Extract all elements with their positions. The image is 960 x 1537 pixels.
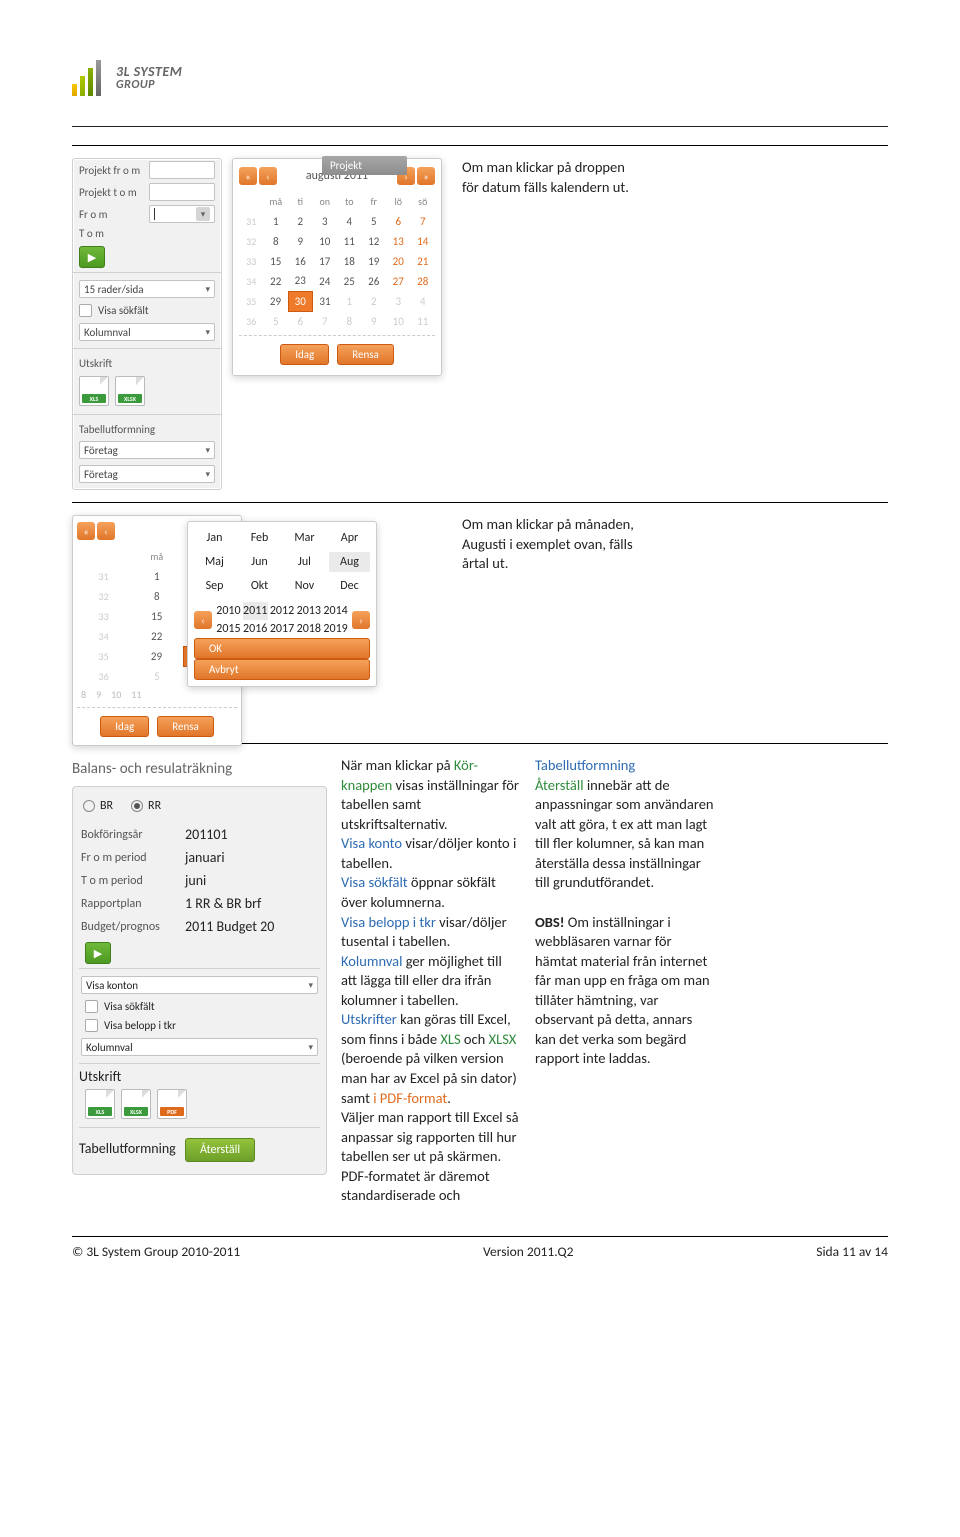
today-button[interactable]: Idag <box>280 344 329 365</box>
year-option[interactable]: 2015 <box>216 620 241 638</box>
description-text: Om man klickar på månaden, Augusti i exe… <box>462 515 642 574</box>
month-option[interactable]: Jan <box>194 528 235 548</box>
footer-right: Sida 11 av 14 <box>816 1243 888 1260</box>
label: Tabellutformning <box>79 1140 176 1157</box>
selected-date[interactable]: 30 <box>288 291 313 311</box>
label: Bokföringsår <box>81 828 181 842</box>
calendar-grid: måtiontofrlösö 311234567 32891011121314 … <box>239 191 435 331</box>
label: Tabellutformning <box>73 419 221 438</box>
year-prev[interactable]: ‹ <box>194 611 212 629</box>
year-option[interactable]: 2017 <box>270 620 295 638</box>
year-option[interactable]: 2019 <box>323 620 348 638</box>
today-button[interactable]: Idag <box>100 716 149 737</box>
label: Fr o m period <box>81 851 181 865</box>
export-xls-icon[interactable]: XLS <box>85 1089 115 1119</box>
project-column-header: Projekt <box>322 156 407 175</box>
clear-button[interactable]: Rensa <box>337 344 394 365</box>
month-option[interactable]: Jun <box>239 552 280 572</box>
month-option[interactable]: Maj <box>194 552 235 572</box>
show-search-checkbox[interactable]: Visa sökfält <box>73 301 221 320</box>
format-select-2[interactable]: Företag <box>79 465 215 483</box>
run-button[interactable] <box>79 246 105 268</box>
month-option[interactable]: Mar <box>284 528 325 548</box>
year-next[interactable]: › <box>352 611 370 629</box>
month-option[interactable]: Sep <box>194 576 235 596</box>
label: Rapportplan <box>81 897 181 911</box>
calendar-day-header: måtiontofrlösö <box>239 191 435 211</box>
visa-konton-select[interactable]: Visa konton <box>81 976 318 994</box>
cancel-button[interactable]: Avbryt <box>194 659 370 680</box>
export-pdf-icon[interactable]: PDF <box>157 1089 187 1119</box>
rapportplan-input[interactable]: 1 RR & BR brf <box>185 895 261 912</box>
cal-prev-year[interactable]: « <box>239 167 257 185</box>
year-option[interactable]: 2010 <box>216 602 241 620</box>
label: Utskrift <box>79 1068 121 1085</box>
year-option[interactable]: 2012 <box>270 602 295 620</box>
year-option[interactable]: 2018 <box>296 620 321 638</box>
page-footer: © 3L System Group 2010-2011 Version 2011… <box>72 1236 888 1260</box>
section-title: Balans- och resulaträkning <box>72 756 327 786</box>
year-option[interactable]: 2013 <box>296 602 321 620</box>
label: Budget/prognos <box>81 920 181 934</box>
tom-period-input[interactable]: juni <box>185 872 206 889</box>
month-option[interactable]: Dec <box>329 576 370 596</box>
run-button[interactable] <box>85 942 111 964</box>
logo: 3L SYSTEM GROUP <box>72 60 888 96</box>
year-option[interactable]: 2016 <box>243 620 268 638</box>
cal-prev-year[interactable]: « <box>77 522 95 540</box>
logo-text: 3L SYSTEM GROUP <box>116 65 182 91</box>
clear-button[interactable]: Rensa <box>157 716 214 737</box>
export-xls-icon[interactable]: XLS <box>79 376 109 406</box>
label: Fr o m <box>79 208 149 221</box>
cal-prev-month[interactable]: ‹ <box>259 167 277 185</box>
kolumnval-select[interactable]: Kolumnval <box>81 1038 318 1056</box>
label: Utskrift <box>73 353 221 372</box>
footer-mid: Version 2011.Q2 <box>483 1243 573 1260</box>
from-period-input[interactable]: januari <box>185 849 225 866</box>
ok-button[interactable]: OK <box>194 638 370 659</box>
from-input[interactable] <box>149 205 215 223</box>
month-grid: Jan Feb Mar Apr Maj Jun Jul Aug Sep Okt … <box>194 528 370 596</box>
reset-button[interactable]: Återställ <box>185 1138 255 1162</box>
br-radio[interactable]: BR <box>83 799 113 813</box>
footer-left: © 3L System Group 2010-2011 <box>72 1243 240 1260</box>
month-option[interactable]: Okt <box>239 576 280 596</box>
column-select[interactable]: Kolumnval <box>79 323 215 341</box>
visa-sokfalt-checkbox[interactable]: Visa sökfält <box>79 997 320 1016</box>
description-text: Om man klickar på droppen för datum fäll… <box>462 158 642 197</box>
balance-panel: BR RR Bokföringsår 201101 Fr o m period ja… <box>72 786 327 1175</box>
cal-prev-month[interactable]: ‹ <box>97 522 115 540</box>
description-column-2: Tabellutformning Återställ innebär att d… <box>535 756 715 1206</box>
year-option[interactable]: 2014 <box>323 602 348 620</box>
visa-tkr-checkbox[interactable]: Visa belopp i tkr <box>79 1016 320 1035</box>
month-option[interactable]: Feb <box>239 528 280 548</box>
label: Projekt t o m <box>79 186 149 199</box>
proj-to-input[interactable] <box>149 183 215 201</box>
dropdown-icon[interactable] <box>196 207 210 221</box>
budget-input[interactable]: 2011 Budget 20 <box>185 918 274 935</box>
rows-per-page-select[interactable]: 15 rader/sida <box>79 280 215 298</box>
label: Projekt fr o m <box>79 164 149 177</box>
calendar-popup: «‹ augusti 2011 ›» måtiontofrlösö 311234… <box>232 158 442 376</box>
label: T o m period <box>81 874 181 888</box>
month-year-popup: Jan Feb Mar Apr Maj Jun Jul Aug Sep Okt … <box>187 521 377 687</box>
month-option[interactable]: Apr <box>329 528 370 548</box>
month-option-selected[interactable]: Aug <box>329 552 370 572</box>
cal-next-year[interactable]: » <box>417 167 435 185</box>
logo-mark <box>72 60 108 96</box>
year-option-selected[interactable]: 2011 <box>243 602 268 620</box>
export-xlsx-icon[interactable]: XLSX <box>121 1089 151 1119</box>
filter-panel: Projekt fr o m Projekt t o m Fr o m T o … <box>72 158 222 490</box>
proj-from-input[interactable] <box>149 161 215 179</box>
bokforingsar-input[interactable]: 201101 <box>185 826 228 843</box>
description-column-1: När man klickar på Kör-knappen visas ins… <box>341 756 521 1206</box>
month-option[interactable]: Nov <box>284 576 325 596</box>
export-xlsx-icon[interactable]: XLSX <box>115 376 145 406</box>
format-select-1[interactable]: Företag <box>79 441 215 459</box>
label: T o m <box>79 227 149 240</box>
rr-radio[interactable]: RR <box>131 799 161 813</box>
month-option[interactable]: Jul <box>284 552 325 572</box>
